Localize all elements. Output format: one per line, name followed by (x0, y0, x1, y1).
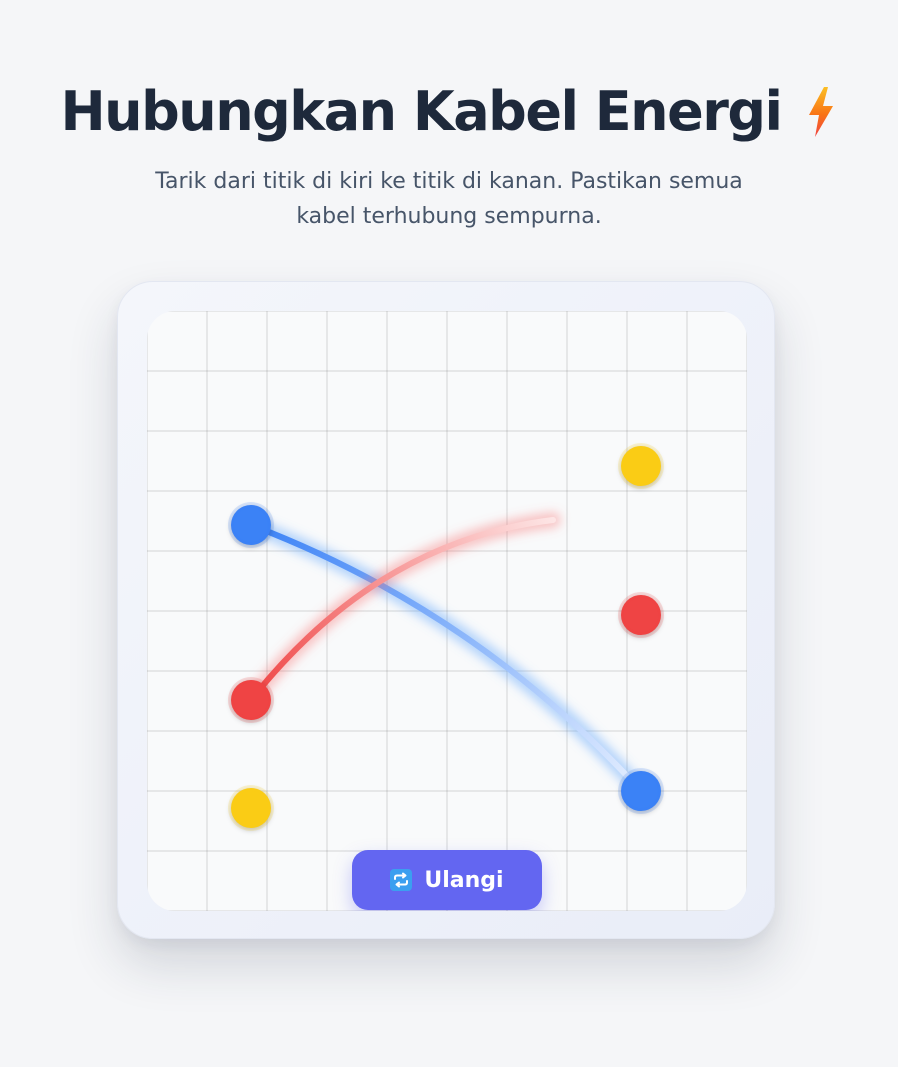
instructions-text: Tarik dari titik di kiri ke titik di kan… (0, 164, 898, 234)
blue-wire (243, 517, 649, 799)
title-row: Hubungkan Kabel Energi (0, 80, 898, 143)
repeat-icon (390, 869, 413, 891)
game-board[interactable]: Ulangi (147, 311, 747, 911)
right-node-red[interactable] (621, 595, 661, 635)
left-node-blue[interactable] (231, 505, 271, 545)
restart-button-label: Ulangi (424, 867, 504, 893)
instructions-line-1: Tarik dari titik di kiri ke titik di kan… (155, 169, 743, 194)
right-node-blue[interactable] (621, 771, 661, 811)
restart-button[interactable]: Ulangi (352, 850, 542, 910)
left-node-yellow[interactable] (231, 788, 271, 828)
page-title: Hubungkan Kabel Energi (60, 80, 783, 143)
game-card: Ulangi (117, 281, 775, 939)
right-node-yellow[interactable] (621, 446, 661, 486)
instructions-line-2: kabel terhubung sempurna. (296, 204, 602, 229)
lightning-bolt-icon (804, 85, 838, 139)
game-page: Hubungkan Kabel Energi Tarik dari titik … (0, 0, 898, 1067)
left-node-red[interactable] (231, 680, 271, 720)
